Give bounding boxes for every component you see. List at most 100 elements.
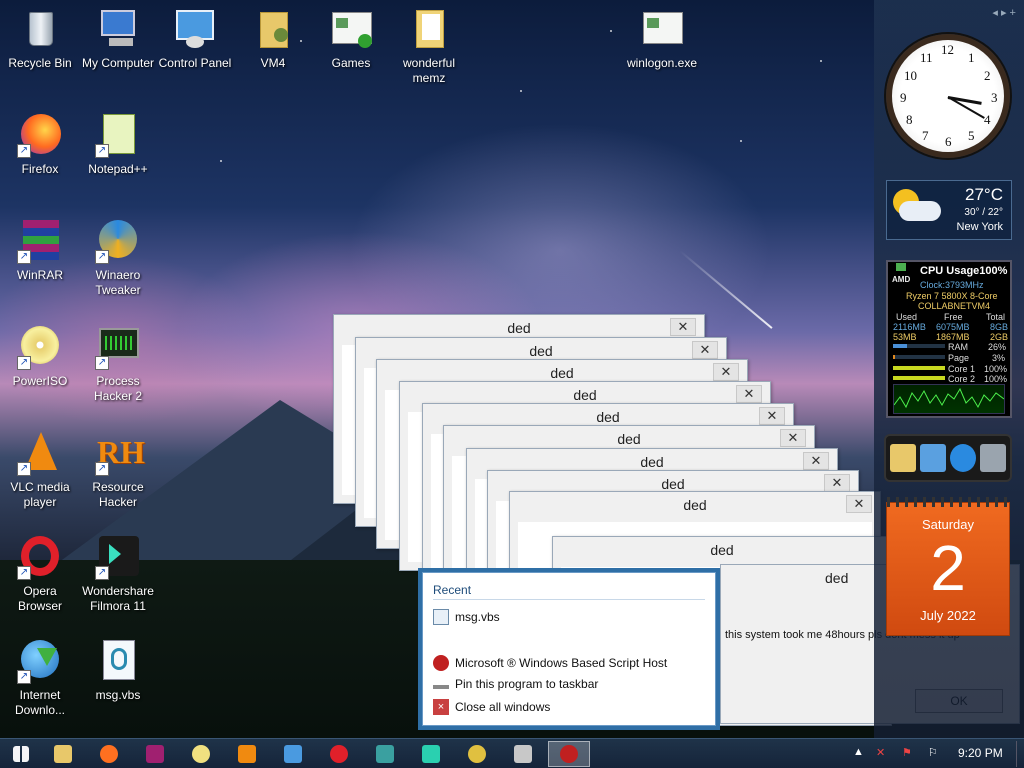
close-button[interactable]: ✕ — [824, 474, 850, 492]
taskbar-filmora[interactable] — [414, 741, 448, 767]
show-desktop-button[interactable] — [1016, 741, 1022, 767]
taskbar-winrar[interactable] — [138, 741, 172, 767]
clock-number: 9 — [900, 90, 907, 105]
script-host-icon — [433, 655, 449, 671]
desktop-icon-control-panel[interactable]: Control Panel — [155, 6, 235, 71]
taskbar-clock[interactable]: 9:20 PM — [958, 746, 1003, 760]
filmora-icon: ↗ — [95, 534, 141, 580]
close-button[interactable]: ✕ — [736, 385, 762, 403]
jumplist-item-pin[interactable]: Pin this program to taskbar — [433, 677, 598, 691]
notepad-icon: ↗ — [95, 112, 141, 158]
vlc-cone-icon: ↗ — [17, 430, 63, 476]
cpu-graph-line — [893, 387, 1005, 409]
desktop-icon-filmora[interactable]: ↗ Wondershare Filmora 11 — [78, 534, 158, 614]
download-globe-icon: ↗ — [17, 638, 63, 684]
flag-icon[interactable]: ⚐ — [928, 746, 938, 759]
desktop-icon-winrar[interactable]: ↗ WinRAR — [0, 218, 80, 283]
close-button[interactable]: ✕ — [759, 407, 785, 425]
desktop-icon-notepadpp[interactable]: ↗ Notepad++ — [78, 112, 158, 177]
taskbar-app[interactable] — [506, 741, 540, 767]
jumplist-item-label: Microsoft ® Windows Based Script Host — [455, 656, 668, 670]
taskbar-opera[interactable] — [322, 741, 356, 767]
desktop-icon-opera[interactable]: ↗ Opera Browser — [0, 534, 80, 614]
icon-label: VLC media player — [10, 480, 70, 509]
desktop-icon-my-computer[interactable]: My Computer — [78, 6, 158, 71]
start-button[interactable] — [4, 741, 38, 767]
close-button[interactable]: ✕ — [692, 341, 718, 359]
jumplist-item-label: Close all windows — [455, 700, 551, 714]
cpu-header-free: Free — [944, 312, 963, 322]
desktop-icon-winaero[interactable]: ↗ Winaero Tweaker — [78, 218, 158, 298]
amd-logo-icon — [896, 263, 906, 271]
clock-number: 5 — [968, 128, 975, 143]
desktop-icon-games[interactable]: Games — [311, 6, 391, 71]
close-icon: × — [433, 699, 449, 715]
computer-icon[interactable] — [920, 444, 946, 472]
desktop-icon-winlogon[interactable]: winlogon.exe — [622, 6, 702, 71]
desktop-icon-idm[interactable]: ↗ Internet Downlo... — [0, 638, 80, 718]
ram-free: 6075MB — [936, 322, 970, 332]
taskbar-app[interactable] — [460, 741, 494, 767]
page-free: 1867MB — [936, 332, 970, 342]
cpu-model: Ryzen 7 5800X 8-Core — [906, 291, 998, 301]
close-button[interactable]: ✕ — [803, 452, 829, 470]
desktop[interactable]: Recycle Bin My Computer Control Panel VM… — [0, 0, 1024, 738]
winrar-icon — [146, 745, 164, 763]
desktop-icon-resource-hacker[interactable]: RH ↗ Resource Hacker — [78, 430, 158, 510]
calendar-gadget[interactable]: Saturday 2 July 2022 — [886, 497, 1011, 636]
filmora-icon — [422, 745, 440, 763]
desktop-icon-firefox[interactable]: ↗ Firefox — [0, 112, 80, 177]
taskbar-script-host[interactable] — [548, 741, 590, 767]
jumplist-item-msg-vbs[interactable]: msg.vbs — [433, 609, 500, 625]
taskbar-explorer[interactable] — [46, 741, 80, 767]
taskbar-poweriso[interactable] — [184, 741, 218, 767]
folder-icon — [54, 745, 72, 763]
clock-number: 4 — [984, 112, 991, 127]
meter-value: 100% — [984, 374, 1008, 384]
desktop-icon-process-hacker[interactable]: ↗ Process Hacker 2 — [78, 324, 158, 404]
taskbar: ▲ ✕ ⚑ ⚐ 9:20 PM — [0, 738, 1024, 768]
page-total: 2GB — [990, 332, 1009, 342]
taskbar-process-hacker[interactable] — [368, 741, 402, 767]
clock-number: 10 — [904, 68, 917, 83]
meter-label: Core 1 — [948, 364, 976, 374]
close-button[interactable]: ✕ — [780, 429, 806, 447]
desktop-icon-recycle-bin[interactable]: Recycle Bin — [0, 6, 80, 71]
network-icon[interactable]: ⚑ — [902, 746, 912, 759]
recycle-bin-icon[interactable] — [980, 444, 1006, 472]
winrar-icon: ↗ — [17, 218, 63, 264]
app-icon — [468, 745, 486, 763]
folder-icon[interactable] — [890, 444, 916, 472]
desktop-icon-poweriso[interactable]: ↗ PowerISO — [0, 324, 80, 389]
clock-number: 7 — [922, 128, 929, 143]
sidebar-controls[interactable]: ◂ ▸ + — [874, 6, 1024, 19]
jumplist-item-script-host[interactable]: Microsoft ® Windows Based Script Host — [433, 655, 667, 671]
desktop-icon-vlc[interactable]: ↗ VLC media player — [0, 430, 80, 510]
ram-meter-bar — [893, 344, 945, 348]
cpu-host: COLLABNETVM4 — [918, 301, 991, 311]
volume-muted-icon[interactable]: ✕ — [876, 746, 885, 759]
icon-label: WinRAR — [16, 268, 63, 282]
taskbar-vlc[interactable] — [230, 741, 264, 767]
quick-launch-gadget[interactable] — [884, 434, 1012, 482]
taskbar-jumplist[interactable]: Recent msg.vbs Microsoft ® Windows Based… — [418, 568, 720, 730]
desktop-icon-msg-vbs[interactable]: msg.vbs — [78, 638, 158, 703]
taskbar-control-panel[interactable] — [276, 741, 310, 767]
desktop-icon-wonderful-memz[interactable]: wonderful memz — [389, 6, 469, 86]
taskbar-firefox[interactable] — [92, 741, 126, 767]
icon-label: My Computer — [81, 56, 155, 70]
meter-label: Core 2 — [948, 374, 976, 384]
icon-label: Process Hacker 2 — [93, 374, 143, 403]
star — [740, 140, 742, 142]
clock-gadget[interactable]: 12 1 2 3 4 5 6 7 8 9 10 11 — [886, 34, 1010, 158]
weather-gadget[interactable]: 27°C 30° / 22° New York — [886, 180, 1012, 240]
close-button[interactable]: ✕ — [670, 318, 696, 336]
close-button[interactable]: ✕ — [846, 495, 872, 513]
desktop-icon-vm4[interactable]: VM4 — [233, 6, 313, 71]
jumplist-item-close-all[interactable]: × Close all windows — [433, 699, 550, 715]
show-hidden-icons[interactable]: ▲ — [853, 746, 864, 758]
internet-explorer-icon[interactable] — [950, 444, 976, 472]
cpu-meter-gadget[interactable]: AMD CPU Usage100% Clock:3793MHz Ryzen 7 … — [886, 260, 1012, 418]
clock-number: 11 — [920, 50, 933, 65]
close-button[interactable]: ✕ — [713, 363, 739, 381]
